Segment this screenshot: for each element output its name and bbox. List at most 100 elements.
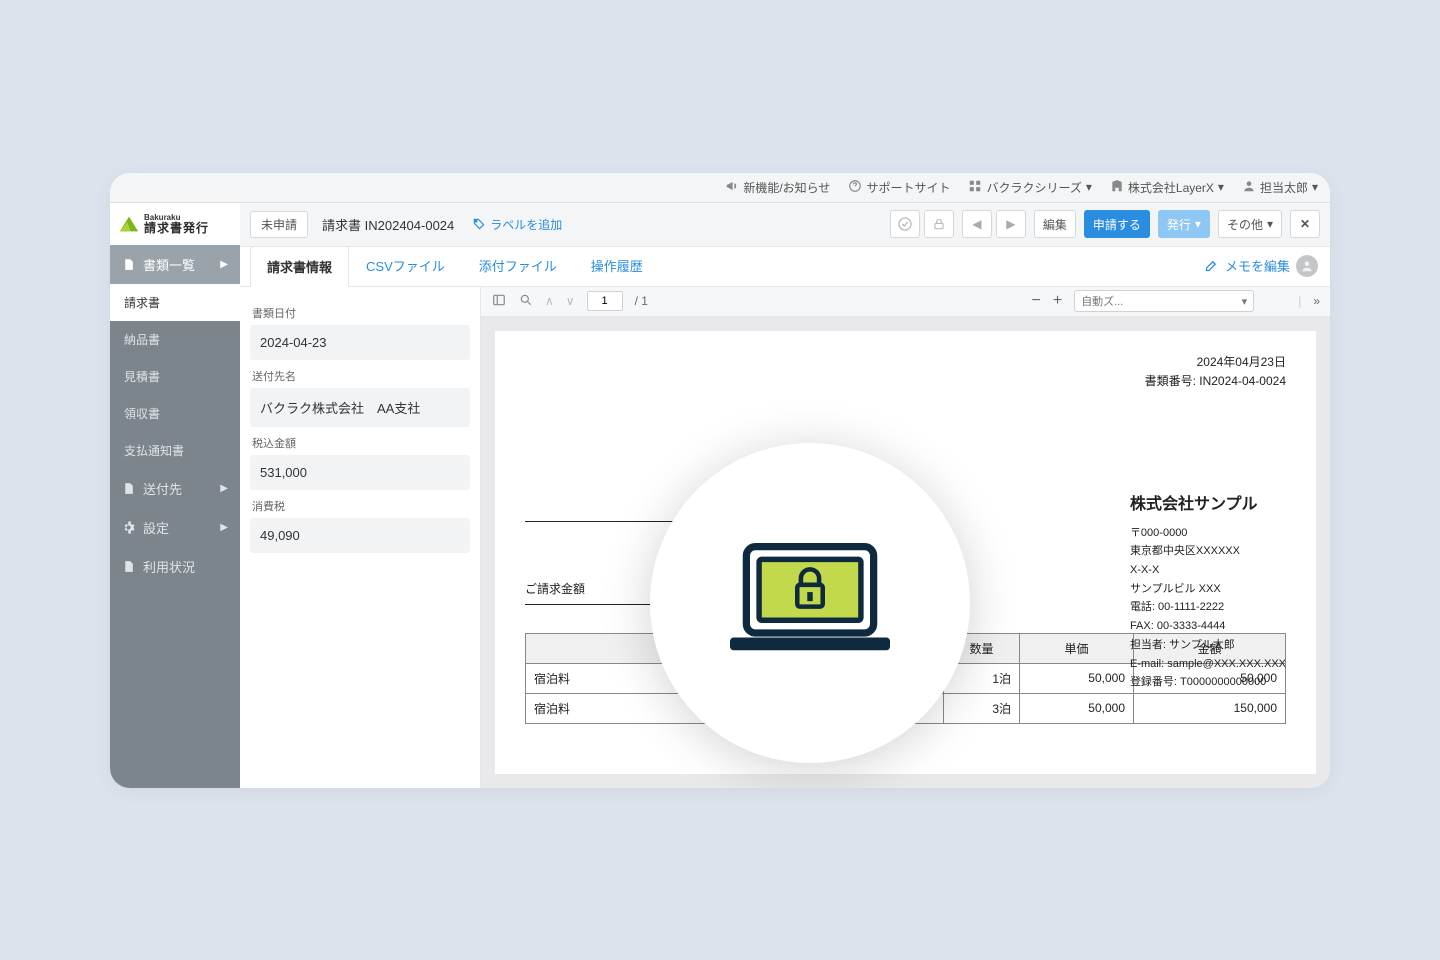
sidebar-item-label: 納品書 <box>124 331 160 348</box>
label-total: 税込金額 <box>252 435 470 451</box>
support-link[interactable]: サポートサイト <box>848 179 950 196</box>
label-date: 書類日付 <box>252 305 470 321</box>
company-line: 登録番号: T0000000000000 <box>1130 673 1286 692</box>
chevron-down-icon: ▾ <box>1267 217 1273 231</box>
document-icon <box>122 258 135 271</box>
page-input[interactable] <box>587 291 623 311</box>
tab-csv[interactable]: CSVファイル <box>349 245 462 286</box>
status-chip: 未申請 <box>250 211 308 238</box>
grid-icon <box>968 179 982 196</box>
label-tax: 消費税 <box>252 498 470 514</box>
edit-memo-link[interactable]: メモを編集 <box>1204 255 1318 277</box>
sidebar-item-delivery[interactable]: 納品書 <box>110 321 240 358</box>
close-icon: ✕ <box>1300 217 1310 231</box>
next-button[interactable]: ▶ <box>996 210 1026 238</box>
sidebar-documents-label: 書類一覧 <box>143 255 195 274</box>
chevron-down-icon: ▾ <box>1195 217 1201 231</box>
sidebar: Bakuraku 請求書発行 書類一覧 ▶ 請求書 納品書 見積書 領収書 支払… <box>110 203 240 788</box>
edit-icon <box>1204 258 1219 273</box>
chevron-down-icon: ▾ <box>1312 180 1318 194</box>
laptop-lock-icon <box>710 528 910 678</box>
chevron-right-icon: ▶ <box>220 483 228 494</box>
sidebar-item-label: 送付先 <box>143 479 182 498</box>
sidebar-documents-list[interactable]: 書類一覧 ▶ <box>110 245 240 284</box>
app-window: 新機能/お知らせ サポートサイト バクラクシリーズ ▾ 株式会社LayerX ▾… <box>110 173 1330 788</box>
tab-attachments[interactable]: 添付ファイル <box>462 245 574 286</box>
support-label: サポートサイト <box>866 179 950 196</box>
company-menu[interactable]: 株式会社LayerX ▾ <box>1110 179 1224 196</box>
zoom-in-icon[interactable]: + <box>1053 292 1062 310</box>
series-menu[interactable]: バクラクシリーズ ▾ <box>968 179 1091 196</box>
company-line: 〒000-0000 <box>1130 524 1286 543</box>
label-dest: 送付先名 <box>252 368 470 384</box>
document-title: 請求書 IN202404-0024 <box>322 215 454 234</box>
field-date[interactable]: 2024-04-23 <box>250 325 470 360</box>
field-total[interactable]: 531,000 <box>250 455 470 490</box>
sidebar-item-receipt[interactable]: 領収書 <box>110 395 240 432</box>
sidebar-toggle-icon[interactable] <box>491 293 507 310</box>
company-line: E-mail: sample@XXX.XXX.XXX <box>1130 655 1286 674</box>
sidebar-usage[interactable]: 利用状況 <box>110 547 240 586</box>
gear-icon <box>122 521 135 534</box>
document-icon <box>122 482 135 495</box>
document-icon <box>122 560 135 573</box>
company-line: 担当者: サンプル太郎 <box>1130 636 1286 655</box>
utility-bar: 新機能/お知らせ サポートサイト バクラクシリーズ ▾ 株式会社LayerX ▾… <box>110 173 1330 203</box>
document-toolbar: 未申請 請求書 IN202404-0024 ラベルを追加 ◀ ▶ 編集 申請する… <box>240 203 1330 247</box>
cell-unit: 50,000 <box>1020 693 1134 723</box>
add-label-text: ラベルを追加 <box>490 216 562 233</box>
form-panel: 書類日付 2024-04-23 送付先名 バクラク株式会社 AA支社 税込金額 … <box>240 287 480 788</box>
company-name: 株式会社サンプル <box>1130 491 1286 518</box>
field-tax[interactable]: 49,090 <box>250 518 470 553</box>
company-label: 株式会社LayerX <box>1128 179 1214 196</box>
sidebar-item-quote[interactable]: 見積書 <box>110 358 240 395</box>
preview-toolbar: ∧ ∨ / 1 − + 自動ズ...▾ | » <box>481 287 1330 317</box>
company-block: 株式会社サンプル 〒000-0000 東京都中央区XXXXXX X-X-X サン… <box>1130 491 1286 692</box>
cell-unit: 50,000 <box>1020 663 1134 693</box>
sidebar-settings[interactable]: 設定 ▶ <box>110 508 240 547</box>
search-icon[interactable] <box>519 293 533 310</box>
sidebar-item-label: 利用状況 <box>143 557 195 576</box>
check-circle-icon <box>897 216 913 232</box>
apply-button[interactable]: 申請する <box>1084 210 1150 238</box>
chevron-down-icon: ▾ <box>1218 180 1224 194</box>
logo-mark-icon <box>118 213 140 235</box>
lock-icon <box>932 217 946 231</box>
news-link[interactable]: 新機能/お知らせ <box>725 179 830 196</box>
other-label: その他 <box>1227 216 1263 233</box>
field-dest[interactable]: バクラク株式会社 AA支社 <box>250 388 470 427</box>
prev-button[interactable]: ◀ <box>962 210 992 238</box>
zoom-out-icon[interactable]: − <box>1032 292 1041 310</box>
bill-label: ご請求金額 <box>525 580 585 597</box>
sidebar-recipients[interactable]: 送付先 ▶ <box>110 469 240 508</box>
user-label: 担当太郎 <box>1260 179 1308 196</box>
pv-next[interactable]: ∨ <box>566 294 575 308</box>
tab-invoice-info[interactable]: 請求書情報 <box>250 246 349 287</box>
logo: Bakuraku 請求書発行 <box>110 203 240 245</box>
user-menu[interactable]: 担当太郎 ▾ <box>1242 179 1318 196</box>
company-line: 東京都中央区XXXXXX <box>1130 542 1286 561</box>
edit-button[interactable]: 編集 <box>1034 210 1076 238</box>
tab-history[interactable]: 操作履歴 <box>574 245 660 286</box>
page-total: / 1 <box>635 294 648 308</box>
zoom-select[interactable]: 自動ズ...▾ <box>1074 290 1254 312</box>
company-line: X-X-X <box>1130 561 1286 580</box>
lock-icon-button[interactable] <box>924 210 954 238</box>
close-button[interactable]: ✕ <box>1290 210 1320 238</box>
logo-main: 請求書発行 <box>144 222 209 234</box>
sidebar-item-paymentnotice[interactable]: 支払通知書 <box>110 432 240 469</box>
pv-prev[interactable]: ∧ <box>545 294 554 308</box>
avatar <box>1296 255 1318 277</box>
sidebar-item-invoice[interactable]: 請求書 <box>110 284 240 321</box>
add-label-button[interactable]: ラベルを追加 <box>472 216 562 233</box>
other-button[interactable]: その他 ▾ <box>1218 210 1282 238</box>
expand-icon[interactable]: » <box>1313 294 1320 308</box>
sidebar-item-label: 領収書 <box>124 405 160 422</box>
series-label: バクラクシリーズ <box>986 179 1081 196</box>
cell-amount: 150,000 <box>1134 693 1286 723</box>
approve-icon-button[interactable] <box>890 210 920 238</box>
issue-button[interactable]: 発行 ▾ <box>1158 210 1210 238</box>
company-line: 電話: 00-1111-2222 <box>1130 598 1286 617</box>
divider: | <box>1298 294 1301 308</box>
user-icon <box>1300 259 1314 273</box>
